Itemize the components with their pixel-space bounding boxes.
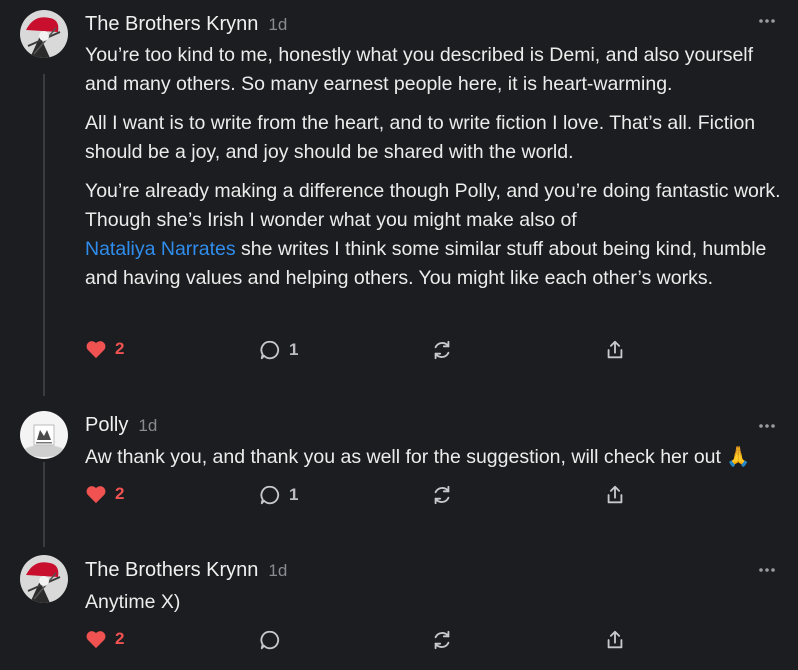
avatar[interactable] — [20, 555, 68, 603]
author-name[interactable]: The Brothers Krynn — [85, 13, 258, 36]
comment-body: You’re too kind to me, honestly what you… — [85, 41, 785, 303]
like-count: 2 — [115, 629, 125, 648]
comment-paragraph: All I want is to write from the heart, a… — [85, 112, 756, 163]
comment-icon — [259, 484, 281, 506]
comment-paragraph: You’re too kind to me, honestly what you… — [85, 44, 754, 95]
restack-icon — [431, 339, 453, 361]
restack-icon — [431, 629, 453, 651]
comment-actions: 2 1 — [85, 484, 645, 512]
timestamp: 1d — [138, 416, 158, 435]
more-options-icon[interactable] — [758, 567, 776, 577]
like-button[interactable]: 2 — [85, 339, 124, 359]
more-options-icon[interactable] — [758, 18, 776, 28]
more-options-icon[interactable] — [758, 423, 776, 433]
avatar[interactable] — [20, 411, 68, 459]
restack-icon — [431, 484, 453, 506]
like-count: 2 — [115, 339, 125, 358]
share-icon — [604, 484, 626, 506]
like-button[interactable]: 2 — [85, 629, 124, 649]
restack-button[interactable] — [431, 629, 453, 651]
comment-icon — [259, 339, 281, 361]
like-count: 2 — [115, 484, 125, 503]
comment-actions: 2 — [85, 629, 645, 657]
comment-header: Polly 1d — [85, 414, 157, 437]
thread-line — [43, 74, 45, 396]
comment-body: Aw thank you, and thank you as well for … — [85, 443, 785, 482]
heart-icon — [85, 339, 107, 359]
comment-header: The Brothers Krynn 1d — [85, 13, 287, 36]
author-name[interactable]: Polly — [85, 414, 128, 437]
share-icon — [604, 339, 626, 361]
reply-button[interactable]: 1 — [259, 339, 298, 361]
heart-icon — [85, 484, 107, 504]
share-button[interactable] — [604, 339, 626, 361]
share-button[interactable] — [604, 484, 626, 506]
mention-link[interactable]: Nataliya Narrates — [85, 238, 236, 260]
timestamp: 1d — [268, 15, 288, 34]
comment-icon — [259, 629, 281, 651]
comment-paragraph: Anytime X) — [85, 591, 181, 613]
comment-text: You’re already making a difference thoug… — [85, 180, 781, 231]
reply-button[interactable] — [259, 629, 281, 651]
comment-actions: 2 1 — [85, 339, 645, 367]
comment-header: The Brothers Krynn 1d — [85, 559, 287, 582]
avatar[interactable] — [20, 10, 68, 58]
restack-button[interactable] — [431, 339, 453, 361]
share-button[interactable] — [604, 629, 626, 651]
reply-count: 1 — [289, 340, 299, 359]
comment-paragraph: You’re already making a difference thoug… — [85, 177, 785, 293]
restack-button[interactable] — [431, 484, 453, 506]
reply-count: 1 — [289, 485, 299, 504]
share-icon — [604, 629, 626, 651]
like-button[interactable]: 2 — [85, 484, 124, 504]
heart-icon — [85, 629, 107, 649]
reply-button[interactable]: 1 — [259, 484, 298, 506]
comment-body: Anytime X) — [85, 588, 785, 627]
author-name[interactable]: The Brothers Krynn — [85, 559, 258, 582]
timestamp: 1d — [268, 561, 288, 580]
thread-line — [43, 462, 45, 547]
comment-paragraph: Aw thank you, and thank you as well for … — [85, 446, 751, 468]
